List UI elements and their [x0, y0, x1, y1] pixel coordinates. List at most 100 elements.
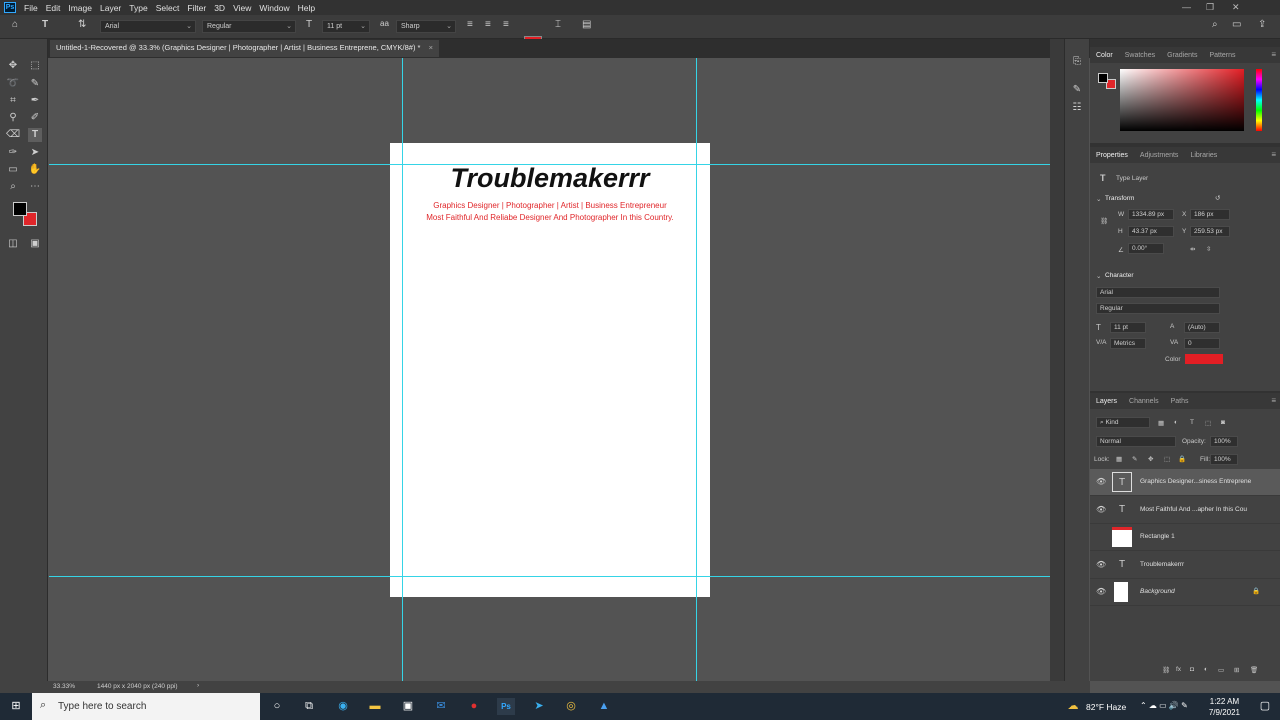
layer-style-icon[interactable]: fx — [1176, 666, 1181, 673]
lock-all-icon[interactable]: 🔒 — [1178, 455, 1186, 463]
menu-image[interactable]: Image — [68, 3, 92, 13]
more-tools-icon[interactable]: ⋯ — [28, 180, 42, 194]
move-tool-icon[interactable]: ✥ — [6, 59, 20, 73]
title-text-layer[interactable]: Troublemakerrr — [390, 163, 710, 194]
filter-pixel-icon[interactable]: ▦ — [1158, 419, 1164, 427]
stamp-tool-icon[interactable]: ⚲ — [6, 111, 20, 125]
search-icon[interactable]: ⌕ — [1212, 19, 1218, 30]
history-icon[interactable]: ⎘ — [1070, 55, 1084, 69]
eraser-tool-icon[interactable]: ⌫ — [6, 128, 20, 142]
screen-mode-icon[interactable]: ▣ — [28, 237, 42, 251]
hue-slider[interactable] — [1256, 69, 1262, 131]
warp-text-icon[interactable]: ⌶ — [555, 19, 561, 30]
telegram-icon[interactable]: ➤ — [530, 698, 548, 715]
panel-menu-icon[interactable]: ≡ — [1271, 396, 1276, 405]
menu-view[interactable]: View — [233, 3, 251, 13]
visibility-eye-icon[interactable]: 👁 — [1096, 505, 1106, 514]
edge-icon[interactable]: ◉ — [334, 698, 352, 715]
lock-artboard-icon[interactable]: ⬚ — [1164, 455, 1170, 463]
align-center-icon[interactable]: ≡ — [485, 19, 491, 30]
task-view-icon[interactable]: ⧉ — [300, 698, 318, 715]
foreground-swatch[interactable] — [1098, 73, 1108, 83]
marquee-tool-icon[interactable]: ⬚ — [28, 59, 42, 73]
character-font-select[interactable]: Arial — [1096, 287, 1220, 298]
anti-alias-select[interactable]: Sharp ⌄ — [396, 20, 456, 33]
character-color-swatch[interactable] — [1185, 354, 1223, 364]
app-icon[interactable]: ● — [465, 698, 483, 715]
new-layer-icon[interactable]: ⊞ — [1234, 666, 1239, 674]
leading-field[interactable]: (Auto) — [1184, 322, 1220, 333]
cortana-icon[interactable]: ○ — [268, 698, 286, 715]
chevron-right-icon[interactable]: › — [197, 682, 199, 689]
document-canvas[interactable]: Troublemakerrr Graphics Designer | Photo… — [390, 143, 710, 597]
layer-row[interactable]: 👁 Background 🔒 — [1090, 579, 1280, 606]
workspace-icon[interactable]: ▭ — [1232, 19, 1241, 30]
menu-help[interactable]: Help — [298, 3, 315, 13]
tab-libraries[interactable]: Libraries — [1190, 152, 1217, 159]
rectangle-tool-icon[interactable]: ▭ — [6, 163, 20, 177]
blend-mode-select[interactable]: Normal — [1096, 436, 1176, 447]
layer-row[interactable]: 👁 T Troublemakerrr — [1090, 552, 1280, 579]
kerning-field[interactable]: Metrics — [1110, 338, 1146, 349]
close-window-icon[interactable]: ✕ — [1232, 2, 1240, 13]
tab-layers[interactable]: Layers — [1096, 398, 1117, 405]
document-info[interactable]: 1440 px x 2040 px (240 ppi) — [97, 683, 178, 690]
layer-filter-select[interactable]: ⌕ Kind — [1096, 417, 1150, 428]
type-tool-icon[interactable]: T — [28, 128, 42, 142]
collapse-icon[interactable]: ⌄ — [1096, 272, 1101, 280]
lock-transparent-icon[interactable]: ▦ — [1116, 455, 1122, 463]
layer-row[interactable]: Rectangle 1 — [1090, 524, 1280, 551]
text-orientation-icon[interactable]: ⇅ — [78, 19, 86, 30]
filter-adjustment-icon[interactable]: ◐ — [1174, 419, 1178, 426]
link-icon[interactable]: ⛓ — [1100, 217, 1108, 225]
home-icon[interactable]: ⌂ — [12, 19, 18, 30]
width-field[interactable]: 1334.89 px — [1128, 209, 1174, 220]
zoom-tool-icon[interactable]: ⌕ — [6, 180, 20, 194]
panel-menu-icon[interactable]: ≡ — [1271, 150, 1276, 159]
collapse-icon[interactable]: ⌄ — [1096, 195, 1101, 203]
menu-select[interactable]: Select — [156, 3, 180, 13]
tab-gradients[interactable]: Gradients — [1167, 52, 1197, 59]
zoom-level[interactable]: 33.33% — [53, 683, 75, 690]
minimize-icon[interactable]: — — [1182, 2, 1191, 12]
lock-image-icon[interactable]: ✎ — [1132, 455, 1137, 463]
character-size-field[interactable]: 11 pt — [1110, 322, 1146, 333]
windows-start-icon[interactable]: ⊞ — [7, 698, 25, 715]
tab-properties[interactable]: Properties — [1096, 152, 1128, 159]
reset-icon[interactable]: ↺ — [1215, 194, 1220, 202]
layer-row[interactable]: 👁 T Graphics Designer...siness Entrepren… — [1090, 469, 1280, 496]
menu-filter[interactable]: Filter — [187, 3, 206, 13]
visibility-eye-icon[interactable]: 👁 — [1096, 477, 1106, 486]
character-panel-icon[interactable]: ▤ — [582, 19, 591, 30]
type-tool-preset-icon[interactable]: T — [42, 19, 48, 30]
hand-tool-icon[interactable]: ✋ — [28, 163, 42, 177]
visibility-eye-icon[interactable]: 👁 — [1096, 560, 1106, 569]
y-field[interactable]: 259.53 px — [1190, 226, 1230, 237]
menu-3d[interactable]: 3D — [214, 3, 225, 13]
flip-vertical-icon[interactable]: ⇳ — [1206, 245, 1211, 253]
font-style-select[interactable]: Regular ⌄ — [202, 20, 296, 33]
fill-field[interactable]: 100% — [1210, 454, 1238, 465]
taskbar-search-input[interactable]: ⌕ Type here to search — [32, 693, 260, 720]
menu-window[interactable]: Window — [259, 3, 289, 13]
font-family-select[interactable]: Arial ⌄ — [100, 20, 196, 33]
close-tab-icon[interactable]: × — [429, 43, 433, 52]
tracking-field[interactable]: 0 — [1184, 338, 1220, 349]
opacity-field[interactable]: 100% — [1210, 436, 1238, 447]
menu-edit[interactable]: Edit — [46, 3, 61, 13]
tab-channels[interactable]: Channels — [1129, 398, 1159, 405]
tab-color[interactable]: Color — [1096, 52, 1113, 59]
brush-settings-icon[interactable]: ✎ — [1070, 83, 1084, 97]
tab-paths[interactable]: Paths — [1171, 398, 1189, 405]
angle-field[interactable]: 0.00° — [1128, 243, 1164, 254]
menu-type[interactable]: Type — [129, 3, 147, 13]
quick-mask-icon[interactable]: ◫ — [6, 237, 20, 251]
tab-adjustments[interactable]: Adjustments — [1140, 152, 1179, 159]
file-explorer-icon[interactable]: ▬ — [366, 698, 384, 715]
menu-file[interactable]: File — [24, 3, 38, 13]
character-style-select[interactable]: Regular — [1096, 303, 1220, 314]
subtitle-text-layer[interactable]: Graphics Designer | Photographer | Artis… — [390, 201, 710, 210]
photos-icon[interactable]: ▲ — [595, 698, 613, 715]
lasso-tool-icon[interactable]: ➰ — [6, 77, 20, 91]
layer-mask-icon[interactable]: ◘ — [1190, 666, 1194, 673]
